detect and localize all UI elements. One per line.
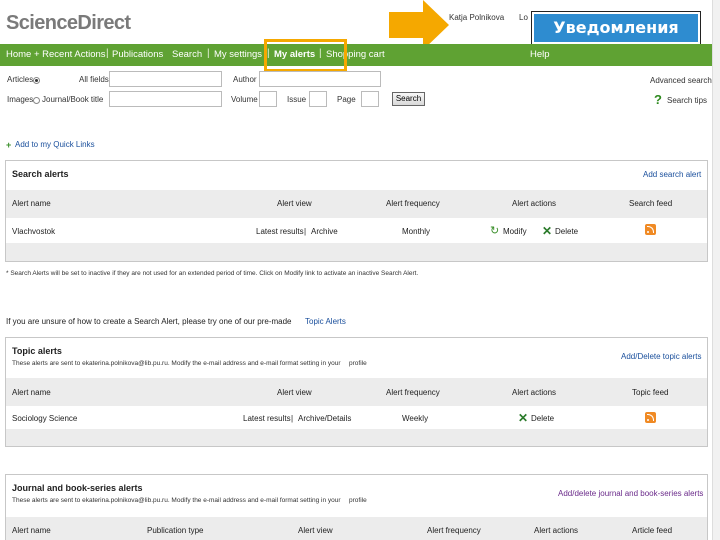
topic-alerts-title: Topic alerts — [12, 346, 62, 356]
col-search-feed: Search feed — [629, 199, 673, 208]
pipe-separator: | — [304, 227, 307, 236]
images-label: Images — [7, 95, 34, 104]
add-delete-journal-alerts-link[interactable]: Add/delete journal and book-series alert… — [558, 489, 703, 498]
all-fields-input[interactable] — [109, 71, 222, 87]
page-input[interactable] — [361, 91, 379, 107]
volume-label: Volume — [231, 95, 258, 104]
pipe-separator: | — [291, 414, 294, 423]
plus-icon: + — [6, 140, 12, 150]
delete-icon: ✕ — [518, 411, 529, 425]
profile-link[interactable]: profile — [349, 497, 367, 504]
page-label: Page — [337, 95, 356, 104]
col-alert-view: Alert view — [298, 526, 333, 535]
journal-alerts-title: Journal and book-series alerts — [12, 483, 143, 493]
topic-alerts-footer-row — [6, 429, 707, 446]
notification-banner: Уведомления — [534, 14, 698, 42]
journal-title-label: Journal/Book title — [42, 95, 104, 104]
rss-feed-icon[interactable] — [645, 224, 656, 235]
delete-link[interactable]: Delete — [531, 414, 554, 423]
search-alerts-header-row — [6, 190, 707, 218]
highlight-frame — [264, 39, 347, 72]
question-mark-icon: ? — [654, 92, 662, 107]
journal-alerts-email-note: These alerts are sent to ekaterina.polni… — [12, 497, 341, 504]
all-fields-label: All fields — [79, 75, 109, 84]
alert-frequency-cell: Monthly — [402, 227, 431, 236]
rss-feed-icon[interactable] — [645, 412, 656, 423]
modify-link[interactable]: Modify — [503, 227, 527, 236]
topic-prompt-text: If you are unsure of how to create a Sea… — [6, 317, 292, 326]
modify-icon: ↻ — [490, 225, 500, 237]
col-alert-actions: Alert actions — [512, 388, 557, 397]
images-radio[interactable] — [33, 97, 40, 104]
nav-my-settings[interactable]: My settings — [214, 49, 262, 60]
volume-input[interactable] — [259, 91, 277, 107]
nav-search[interactable]: Search — [172, 49, 202, 60]
search-alerts-footer-row — [6, 243, 707, 261]
issue-input[interactable] — [309, 91, 327, 107]
col-alert-frequency: Alert frequency — [386, 388, 440, 397]
logout-link[interactable]: Lo — [519, 13, 528, 22]
col-alert-view: Alert view — [277, 388, 312, 397]
journal-title-input[interactable] — [109, 91, 222, 107]
user-name[interactable]: Katja Polnikova — [449, 13, 504, 22]
latest-results-link[interactable]: Latest results — [243, 414, 291, 423]
sciencedirect-logo[interactable]: ScienceDirect — [6, 12, 131, 35]
alert-name-cell: Sociology Science — [12, 414, 78, 423]
issue-label: Issue — [287, 95, 307, 104]
quick-links-link[interactable]: Add to my Quick Links — [15, 140, 95, 149]
nav-separator: | — [106, 48, 109, 59]
vertical-scrollbar[interactable] — [712, 0, 720, 540]
archive-details-link[interactable]: Archive/Details — [298, 414, 351, 423]
col-alert-actions: Alert actions — [512, 199, 557, 208]
search-tips-link[interactable]: Search tips — [667, 96, 707, 105]
delete-icon: ✕ — [542, 224, 553, 238]
nav-help[interactable]: Help — [530, 49, 550, 60]
advanced-search-link[interactable]: Advanced search — [650, 76, 712, 85]
col-alert-actions: Alert actions — [534, 526, 579, 535]
alert-name-cell: Vlachvostok — [12, 227, 56, 236]
latest-results-link[interactable]: Latest results — [256, 227, 304, 236]
search-button[interactable]: Search — [392, 92, 425, 106]
col-topic-feed: Topic feed — [632, 388, 669, 397]
author-label: Author — [233, 75, 257, 84]
articles-label: Articles — [7, 75, 34, 84]
journal-alerts-header-row — [6, 517, 707, 540]
nav-publications[interactable]: Publications — [112, 49, 163, 60]
topic-alerts-email-note: These alerts are sent to ekaterina.polni… — [12, 360, 341, 367]
nav-separator: | — [207, 48, 210, 59]
search-alerts-title: Search alerts — [12, 169, 69, 179]
alert-frequency-cell: Weekly — [402, 414, 429, 423]
add-search-alert-link[interactable]: Add search alert — [643, 170, 701, 179]
col-alert-name: Alert name — [12, 199, 51, 208]
inactive-alert-note: * Search Alerts will be set to inactive … — [6, 270, 419, 277]
col-alert-frequency: Alert frequency — [386, 199, 440, 208]
col-alert-view: Alert view — [277, 199, 312, 208]
nav-home[interactable]: Home + Recent Actions — [6, 49, 106, 60]
col-alert-name: Alert name — [12, 526, 51, 535]
author-input[interactable] — [259, 71, 381, 87]
archive-link[interactable]: Archive — [311, 227, 338, 236]
topic-alerts-link[interactable]: Topic Alerts — [305, 317, 346, 326]
topic-alerts-header-row — [6, 378, 707, 406]
col-publication-type: Publication type — [147, 526, 204, 535]
col-alert-frequency: Alert frequency — [427, 526, 481, 535]
delete-link[interactable]: Delete — [555, 227, 578, 236]
profile-link[interactable]: profile — [349, 360, 367, 367]
add-delete-topic-alerts-link[interactable]: Add/Delete topic alerts — [621, 352, 702, 361]
col-article-feed: Article feed — [632, 526, 673, 535]
articles-radio[interactable] — [33, 77, 40, 84]
col-alert-name: Alert name — [12, 388, 51, 397]
